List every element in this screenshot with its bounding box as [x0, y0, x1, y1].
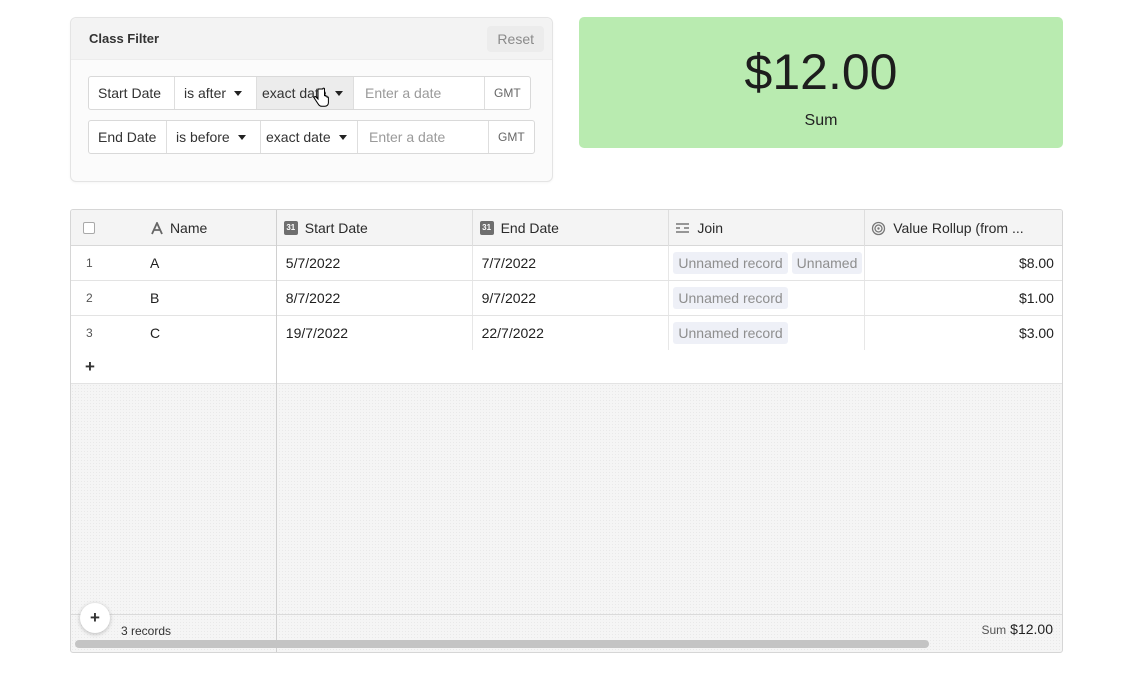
plus-icon: + — [90, 608, 100, 627]
operator-dropdown[interactable]: is after — [175, 77, 257, 109]
summary-card: $12.00 Sum — [579, 17, 1063, 148]
date-mode-dropdown[interactable]: exact date — [261, 121, 358, 153]
join-cell[interactable]: Unnamed record Unnamed — [669, 246, 866, 280]
footer-sum[interactable]: Sum $12.00 — [981, 621, 1053, 637]
reset-button[interactable]: Reset — [487, 25, 544, 52]
column-header-end-date[interactable]: 31 End Date — [473, 210, 670, 246]
add-row[interactable]: + — [71, 350, 1062, 384]
column-label: Join — [697, 220, 724, 236]
frozen-column-divider — [276, 210, 277, 652]
column-header-start-date[interactable]: 31 Start Date — [277, 210, 473, 246]
filter-row-end-date: End Date is before exact date Enter a da… — [88, 120, 535, 154]
date-mode-label: exact date — [266, 129, 331, 145]
caret-down-icon — [338, 134, 347, 140]
filter-field-end-date: End Date — [89, 121, 167, 153]
name-cell[interactable]: A — [139, 246, 277, 280]
add-record-button[interactable]: + — [80, 603, 110, 633]
plus-icon: + — [85, 356, 95, 376]
timezone-label: GMT — [498, 130, 525, 144]
value-rollup-cell[interactable]: $1.00 — [865, 281, 1062, 315]
column-label: Name — [169, 220, 208, 236]
table-row[interactable]: 1 A 5/7/2022 7/7/2022 Unnamed record Unn… — [71, 246, 1062, 281]
name-cell[interactable]: B — [139, 281, 277, 315]
hand-cursor-icon — [313, 87, 329, 107]
end-date-cell[interactable]: 22/7/2022 — [473, 316, 670, 350]
column-header-join[interactable]: Join — [669, 210, 866, 246]
caret-down-icon — [234, 90, 243, 96]
filter-header: Class Filter Reset — [71, 18, 552, 60]
horizontal-scrollbar[interactable] — [75, 640, 929, 648]
linked-record-pill[interactable]: Unnamed record — [673, 252, 788, 274]
column-label: Value Rollup (from ... — [893, 220, 1024, 236]
rollup-icon — [871, 221, 886, 236]
caret-down-icon — [334, 90, 343, 96]
table-row[interactable]: 2 B 8/7/2022 9/7/2022 Unnamed record $1.… — [71, 281, 1062, 316]
linked-record-pill[interactable]: Unnamed — [791, 252, 863, 274]
select-all-checkbox[interactable] — [83, 222, 95, 234]
join-cell[interactable]: Unnamed record — [669, 281, 866, 315]
start-date-cell[interactable]: 5/7/2022 — [277, 246, 473, 280]
column-header-name[interactable]: Name — [139, 210, 277, 246]
end-date-cell[interactable]: 9/7/2022 — [473, 281, 670, 315]
linked-records-icon — [675, 222, 690, 234]
grid-footer: 3 records Sum $12.00 — [71, 614, 1062, 643]
operator-dropdown[interactable]: is before — [167, 121, 261, 153]
operator-label: is after — [184, 85, 227, 101]
footer-sum-label: Sum — [981, 623, 1007, 637]
record-count: 3 records — [121, 624, 172, 638]
grid-header: Name 31 Start Date 31 End Date Join Valu… — [71, 210, 1062, 246]
filter-row-start-date: Start Date is after exact date Enter a d… — [88, 76, 531, 110]
name-cell[interactable]: C — [139, 316, 277, 350]
start-date-cell[interactable]: 19/7/2022 — [277, 316, 473, 350]
column-label: Start Date — [304, 220, 368, 236]
value-rollup-cell[interactable]: $8.00 — [865, 246, 1062, 280]
footer-sum-value: $12.00 — [1010, 621, 1053, 637]
column-label: End Date — [500, 220, 559, 236]
linked-record-pill[interactable]: Unnamed record — [673, 322, 788, 344]
records-grid: Name 31 Start Date 31 End Date Join Valu… — [70, 209, 1063, 653]
row-number: 1 — [86, 256, 93, 270]
filter-field-start-date: Start Date — [89, 77, 175, 109]
column-header-value-rollup[interactable]: Value Rollup (from ... — [865, 210, 1062, 246]
summary-value: $12.00 — [744, 44, 898, 100]
caret-down-icon — [237, 134, 246, 140]
value-rollup-cell[interactable]: $3.00 — [865, 316, 1062, 350]
date-input[interactable]: Enter a date — [358, 121, 489, 153]
filter-title: Class Filter — [89, 31, 160, 46]
linked-record-pill[interactable]: Unnamed record — [673, 287, 788, 309]
text-field-icon — [151, 221, 163, 235]
add-row-button[interactable]: + — [71, 350, 277, 383]
timezone-label: GMT — [494, 86, 521, 100]
class-filter-panel: Class Filter Reset Start Date is after e… — [70, 17, 553, 182]
row-number: 2 — [86, 291, 93, 305]
select-all-cell[interactable] — [71, 210, 139, 246]
row-number: 3 — [86, 326, 93, 340]
end-date-cell[interactable]: 7/7/2022 — [473, 246, 670, 280]
start-date-cell[interactable]: 8/7/2022 — [277, 281, 473, 315]
calendar-icon: 31 — [283, 221, 298, 235]
operator-label: is before — [176, 129, 230, 145]
calendar-icon: 31 — [479, 221, 494, 235]
join-cell[interactable]: Unnamed record — [669, 316, 866, 350]
table-row[interactable]: 3 C 19/7/2022 22/7/2022 Unnamed record $… — [71, 316, 1062, 351]
date-mode-dropdown[interactable]: exact date — [257, 77, 354, 109]
date-input[interactable]: Enter a date — [354, 77, 485, 109]
summary-label: Sum — [804, 112, 838, 129]
